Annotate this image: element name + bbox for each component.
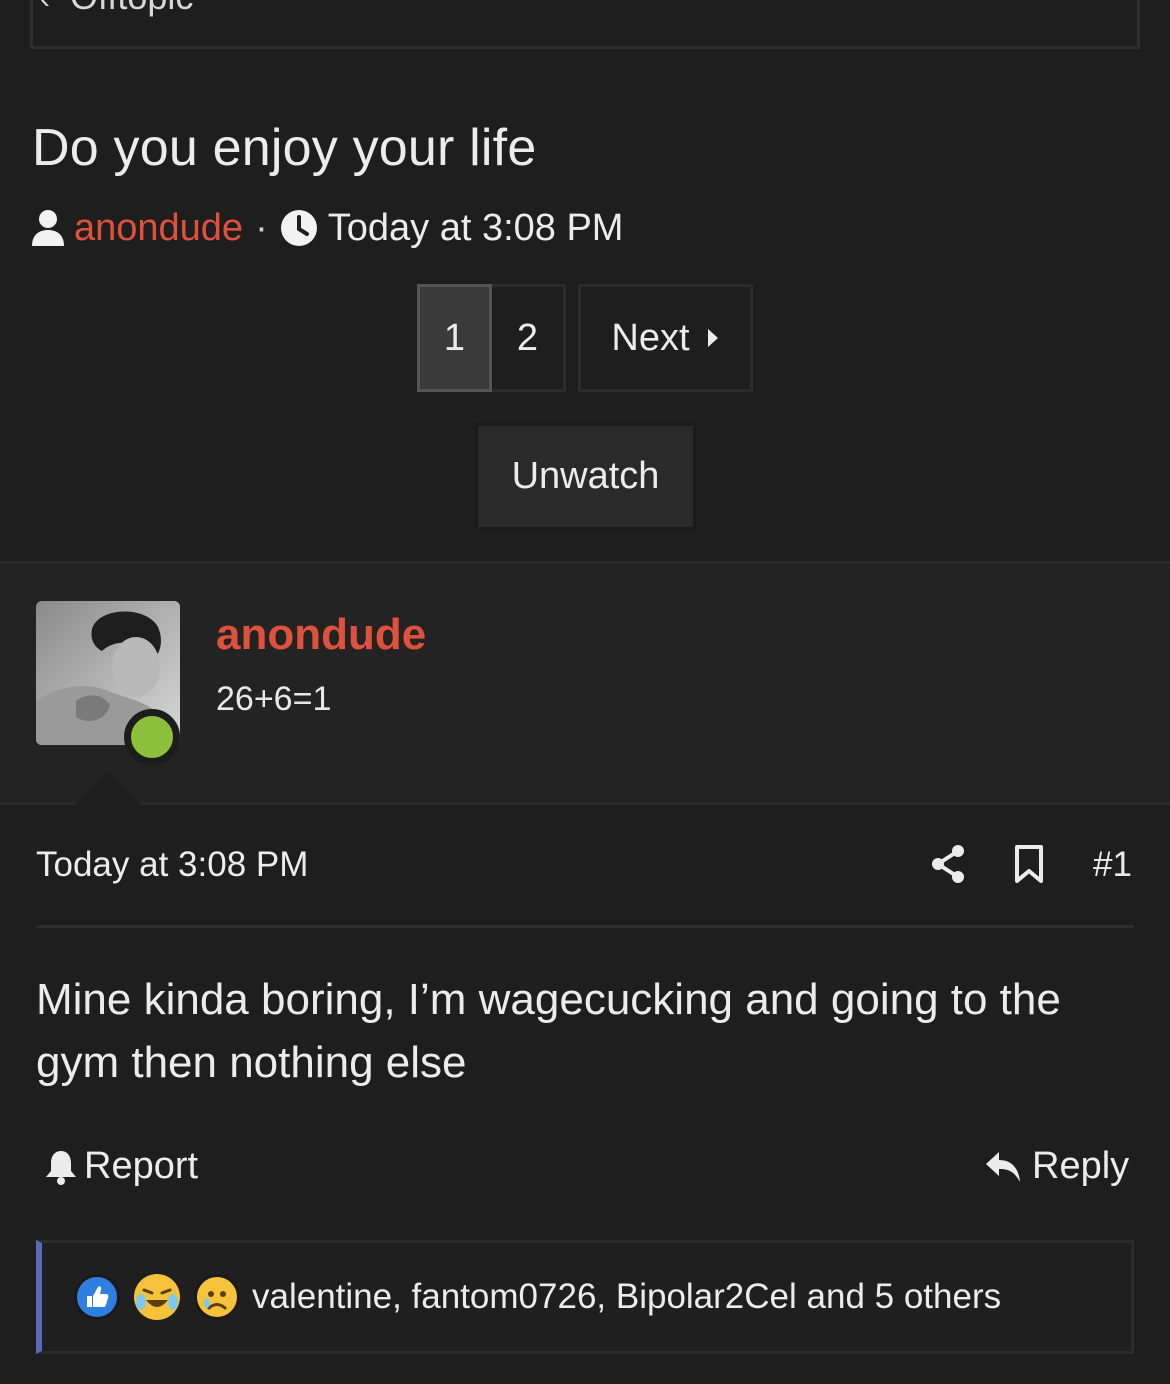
bookmark-icon[interactable] (1013, 844, 1045, 884)
sad-icon (194, 1274, 240, 1320)
post-time[interactable]: Today at 3:08 PM (36, 845, 308, 885)
breadcrumb[interactable] (30, 0, 1140, 49)
share-icon[interactable] (930, 844, 966, 884)
pagination: 1 2 (417, 284, 566, 392)
thread-meta: anondude · Today at 3:08 PM (30, 204, 623, 252)
report-label: Report (84, 1145, 199, 1187)
chevron-left-icon: ‹ (40, 0, 50, 16)
thread-time[interactable]: Today at 3:08 PM (328, 207, 624, 250)
next-label: Next (611, 316, 690, 359)
page-title: Do you enjoy your life (32, 119, 537, 177)
next-page-button[interactable]: Next (578, 284, 753, 392)
reply-button[interactable]: Reply (984, 1145, 1129, 1188)
report-button[interactable]: Report (44, 1145, 198, 1188)
user-block-notch (74, 771, 142, 805)
laugh-cry-icon (134, 1274, 180, 1320)
online-status-indicator (124, 709, 180, 765)
reply-label: Reply (1032, 1145, 1130, 1187)
reactions-bar[interactable]: valentine, fantom0726, Bipolar2Cel and 5… (36, 1240, 1134, 1354)
post-user-block: anondude 26+6=1 (0, 561, 1170, 805)
thread-author-link[interactable]: anondude (74, 207, 243, 250)
post-author-name[interactable]: anondude (216, 610, 426, 660)
breadcrumb-label[interactable]: Offtopic (70, 0, 193, 18)
user-icon (32, 210, 64, 246)
post-number-link[interactable]: #1 (1093, 845, 1132, 885)
user-title: 26+6=1 (216, 680, 332, 718)
bell-icon (46, 1150, 76, 1185)
like-icon (74, 1274, 120, 1320)
reactions-summary[interactable]: valentine, fantom0726, Bipolar2Cel and 5… (252, 1277, 1001, 1317)
page-1-button[interactable]: 1 (417, 284, 492, 392)
meta-separator: · (255, 206, 268, 249)
post-body: Mine kinda boring, I’m wagecucking and g… (36, 975, 1061, 1087)
reply-icon (986, 1151, 1020, 1182)
clock-icon (280, 210, 317, 246)
unwatch-button[interactable]: Unwatch (475, 423, 696, 530)
caret-right-icon (707, 329, 718, 347)
pagination-next: Next (578, 284, 753, 392)
post-divider (36, 925, 1134, 928)
page-2-button[interactable]: 2 (492, 284, 566, 392)
